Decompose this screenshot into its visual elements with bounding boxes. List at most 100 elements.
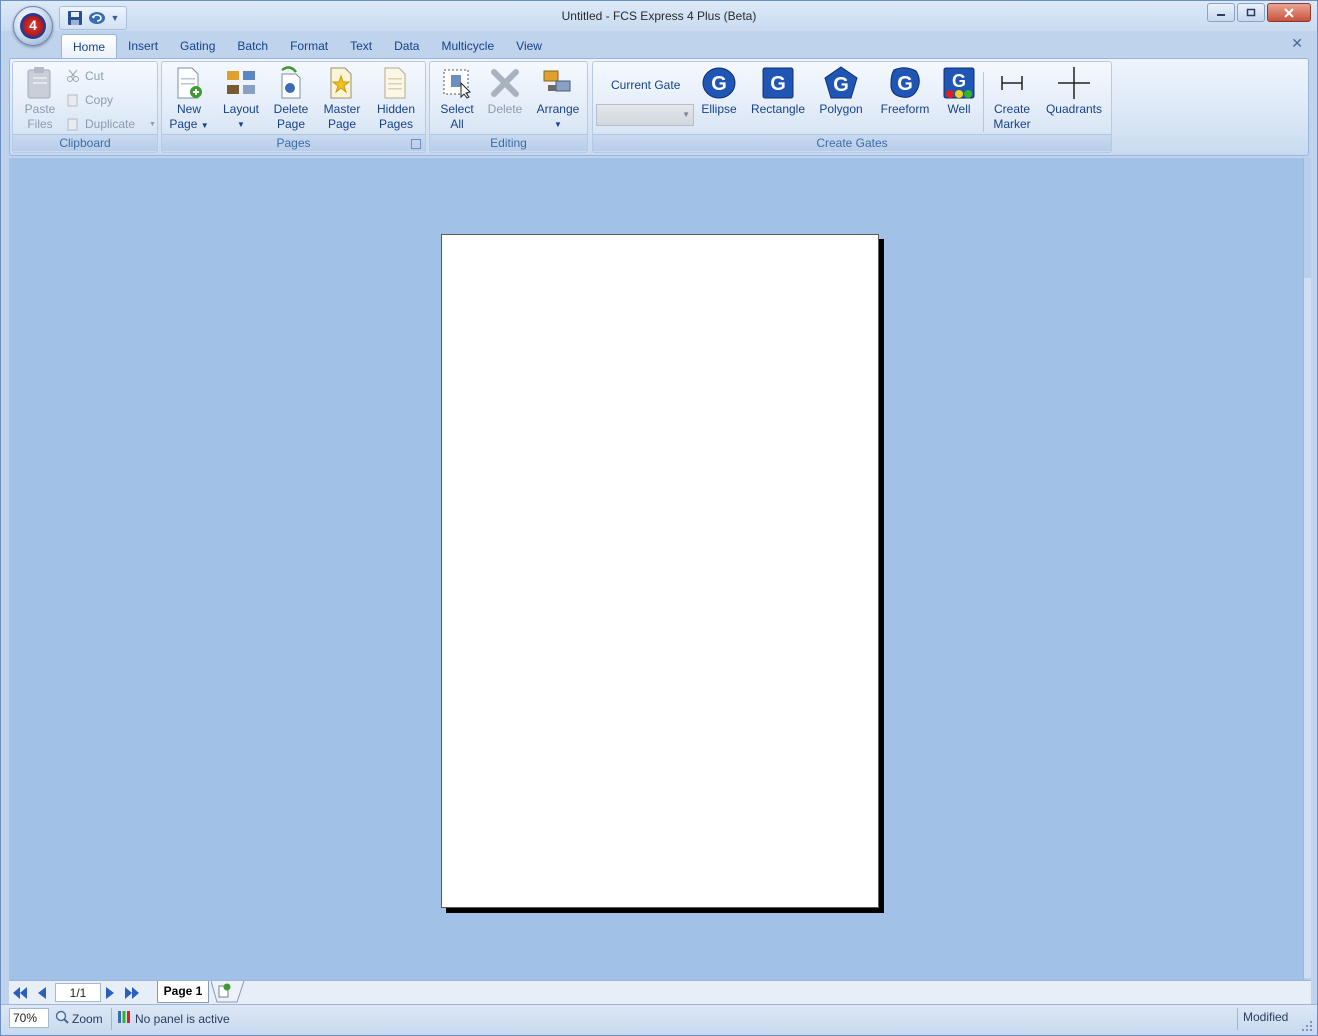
- create-gates-group-label: Create Gates: [593, 134, 1111, 151]
- copy-button[interactable]: Copy: [65, 90, 113, 110]
- editing-group: Select All Delete Arrange ▼ Editing: [429, 61, 588, 153]
- arrange-button[interactable]: Arrange ▼: [532, 66, 584, 132]
- arrange-dropdown-icon: ▼: [554, 120, 562, 129]
- layout-button[interactable]: Layout ▼: [218, 66, 264, 132]
- window-title: Untitled - FCS Express 4 Plus (Beta): [561, 9, 757, 23]
- magnifier-icon: [55, 1010, 69, 1027]
- select-all-button[interactable]: Select All: [434, 66, 480, 132]
- pages-group: New Page ▼ Layout ▼ Delete Page Master P…: [161, 61, 426, 153]
- svg-text:G: G: [897, 73, 913, 95]
- pages-dialog-launcher-icon[interactable]: [411, 139, 421, 149]
- ellipse-gate-button[interactable]: G Ellipse: [697, 66, 741, 117]
- scrollbar-thumb[interactable]: [1304, 278, 1311, 978]
- current-gate-select[interactable]: ▼: [596, 104, 694, 126]
- page-navigation-bar: 1/1 Page 1: [9, 980, 1311, 1004]
- duplicate-dropdown-icon: ▼: [149, 120, 156, 128]
- delete-x-icon: [488, 66, 522, 100]
- first-page-icon[interactable]: [11, 984, 29, 1002]
- quadrants-icon: [1057, 66, 1091, 100]
- resize-grip-icon[interactable]: [1301, 1020, 1313, 1032]
- add-page-tab[interactable]: [210, 980, 251, 1003]
- svg-text:G: G: [711, 73, 727, 95]
- document-workspace: [9, 158, 1311, 980]
- page-counter[interactable]: 1/1: [55, 983, 101, 1002]
- rectangle-gate-icon: G: [761, 66, 795, 100]
- page-tab[interactable]: Page 1: [157, 981, 209, 1003]
- next-page-icon[interactable]: [101, 984, 119, 1002]
- new-page-icon: [172, 66, 206, 100]
- master-page-icon: [325, 66, 359, 100]
- layout-page[interactable]: [441, 234, 879, 908]
- maximize-button[interactable]: [1237, 3, 1265, 22]
- marker-icon: [995, 66, 1029, 100]
- status-separator: [1237, 1008, 1238, 1030]
- app-window: ▼ Untitled - FCS Express 4 Plus (Beta) 4…: [0, 0, 1318, 1036]
- delete-button[interactable]: Delete: [482, 66, 528, 117]
- panel-status: No panel is active: [117, 1010, 230, 1027]
- arrange-icon: [541, 66, 575, 100]
- scissors-icon: [65, 68, 81, 84]
- ribbon: Paste Files Cut Copy Duplicate ▼ Clipboa…: [9, 58, 1309, 156]
- tab-gating[interactable]: Gating: [169, 34, 226, 58]
- editing-group-label: Editing: [430, 134, 587, 151]
- previous-page-icon[interactable]: [33, 984, 51, 1002]
- well-gate-icon: G: [942, 66, 976, 100]
- vertical-scrollbar[interactable]: [1303, 158, 1311, 980]
- close-button[interactable]: [1267, 3, 1311, 22]
- status-separator: [111, 1008, 112, 1030]
- new-page-button[interactable]: New Page ▼: [166, 66, 212, 133]
- tab-multicycle[interactable]: Multicycle: [430, 34, 505, 58]
- select-all-icon: [440, 66, 474, 100]
- paste-icon: [23, 66, 57, 100]
- paste-files-button[interactable]: Paste Files: [17, 66, 63, 132]
- minimize-button[interactable]: [1207, 3, 1235, 22]
- delete-page-icon: [274, 66, 308, 100]
- ellipse-gate-icon: G: [702, 66, 736, 100]
- svg-text:G: G: [833, 74, 849, 96]
- title-bar: ▼ Untitled - FCS Express 4 Plus (Beta): [1, 1, 1317, 31]
- last-page-icon[interactable]: [123, 984, 141, 1002]
- delete-page-button[interactable]: Delete Page: [268, 66, 314, 132]
- hidden-pages-button[interactable]: Hidden Pages: [370, 66, 422, 132]
- tab-data[interactable]: Data: [383, 34, 430, 58]
- current-gate-dropdown-icon: ▼: [682, 110, 690, 119]
- clipboard-group-label: Clipboard: [13, 134, 157, 151]
- ribbon-close-icon[interactable]: ✕: [1291, 35, 1303, 52]
- new-page-dropdown-icon: ▼: [200, 121, 209, 130]
- ribbon-tabs: Home Insert Gating Batch Format Text Dat…: [61, 34, 553, 59]
- app-logo-icon: 4: [20, 13, 46, 39]
- tab-format[interactable]: Format: [279, 34, 339, 58]
- duplicate-button[interactable]: Duplicate ▼: [65, 114, 156, 134]
- current-gate-label: Current Gate: [611, 78, 681, 92]
- tab-home[interactable]: Home: [61, 34, 118, 59]
- freeform-gate-icon: G: [888, 66, 922, 100]
- clipboard-group: Paste Files Cut Copy Duplicate ▼ Clipboa…: [12, 61, 158, 153]
- application-menu-button[interactable]: 4: [13, 6, 53, 46]
- svg-text:G: G: [952, 71, 966, 91]
- tab-batch[interactable]: Batch: [226, 34, 279, 58]
- gates-separator: [983, 72, 984, 132]
- copy-icon: [65, 92, 81, 108]
- svg-text:G: G: [770, 73, 786, 95]
- polygon-gate-button[interactable]: G Polygon: [813, 66, 869, 117]
- master-page-button[interactable]: Master Page: [318, 66, 366, 132]
- cut-button[interactable]: Cut: [65, 66, 104, 86]
- well-gate-button[interactable]: G Well: [939, 66, 979, 117]
- rectangle-gate-button[interactable]: G Rectangle: [747, 66, 809, 117]
- create-gates-group: Current Gate ▼ G Ellipse G Rectangle G P…: [592, 61, 1112, 153]
- tab-text[interactable]: Text: [339, 34, 383, 58]
- pages-group-label: Pages: [162, 134, 425, 151]
- quadrants-button[interactable]: Quadrants: [1043, 66, 1105, 117]
- hidden-pages-icon: [379, 66, 413, 100]
- modified-status: Modified: [1243, 1010, 1289, 1024]
- freeform-gate-button[interactable]: G Freeform: [875, 66, 935, 117]
- zoom-button[interactable]: Zoom: [55, 1010, 103, 1027]
- window-controls: [1207, 3, 1311, 22]
- tab-view[interactable]: View: [505, 34, 553, 58]
- zoom-level-input[interactable]: 70%: [9, 1008, 49, 1028]
- create-marker-button[interactable]: Create Marker: [989, 66, 1035, 132]
- layout-dropdown-icon: ▼: [237, 120, 245, 129]
- status-bar: 70% Zoom No panel is active Modified: [1, 1004, 1317, 1035]
- tab-insert[interactable]: Insert: [117, 34, 169, 58]
- duplicate-icon: [65, 116, 81, 132]
